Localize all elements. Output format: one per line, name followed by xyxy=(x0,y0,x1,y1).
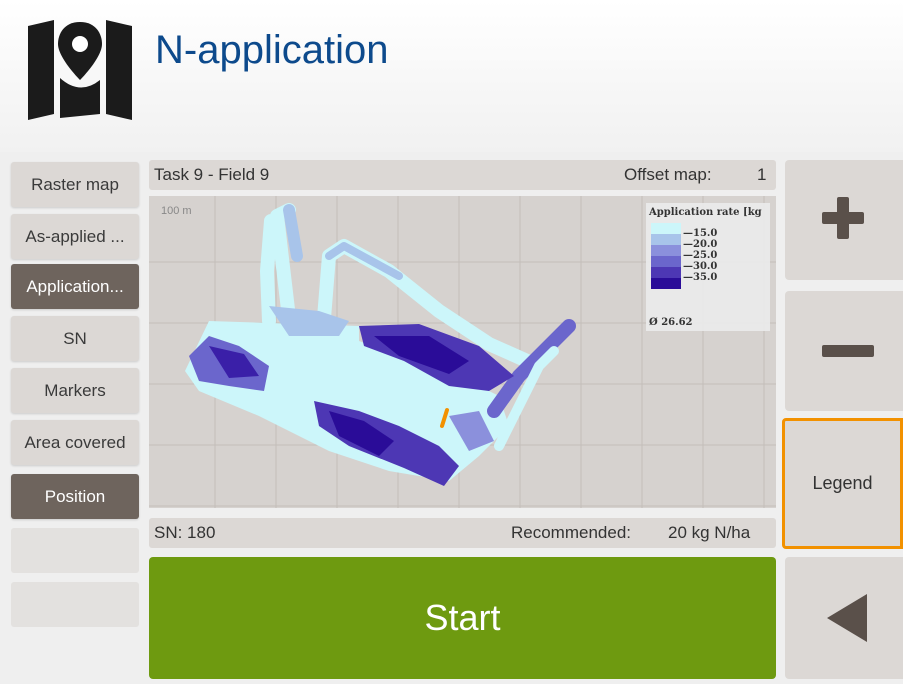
back-arrow-icon xyxy=(827,594,867,642)
legend-mean-value: Ø 26.62 xyxy=(649,317,693,328)
offset-map-value: 1 xyxy=(757,165,767,184)
sidebar-item-markers[interactable]: Markers xyxy=(11,368,139,413)
application-map[interactable]: 100 m Application rate [kg —15.0 —20.0 —… xyxy=(149,196,776,508)
map-legend: Application rate [kg —15.0 —20.0 —25.0 —… xyxy=(646,203,770,331)
zoom-out-button[interactable] xyxy=(785,291,903,411)
sn-info-bar: SN: 180 Recommended: 20 kg N/ha xyxy=(149,518,776,548)
legend-label-20: —20.0 xyxy=(683,239,718,250)
legend-label-30: —30.0 xyxy=(683,261,718,272)
minus-icon xyxy=(822,345,874,357)
offset-map-label: Offset map: xyxy=(624,165,712,184)
legend-swatch-3 xyxy=(651,245,681,256)
recommended-value: 20 kg N/ha xyxy=(668,523,751,542)
sidebar-item-empty-2[interactable] xyxy=(11,582,139,627)
page-title: N-application xyxy=(155,28,389,72)
recommended-label: Recommended: xyxy=(511,523,632,542)
sidebar-item-sn[interactable]: SN xyxy=(11,316,139,361)
sidebar-item-application[interactable]: Application... xyxy=(11,264,139,309)
legend-button[interactable]: Legend xyxy=(782,418,903,549)
legend-label-35: —35.0 xyxy=(683,272,718,283)
map-pin-icon xyxy=(28,20,132,120)
legend-swatch-6 xyxy=(651,278,681,289)
task-label: Task 9 - Field 9 xyxy=(154,165,270,184)
legend-swatch-2 xyxy=(651,234,681,245)
map-scale-label: 100 m xyxy=(161,205,192,217)
sidebar-item-empty-1[interactable] xyxy=(11,528,139,573)
legend-swatch-5 xyxy=(651,267,681,278)
legend-title: Application rate [kg xyxy=(649,207,762,218)
sn-value: SN: 180 xyxy=(154,523,216,542)
legend-label-25: —25.0 xyxy=(683,250,718,261)
header-bar: N-application xyxy=(0,0,903,152)
sidebar-item-area-covered[interactable]: Area covered xyxy=(11,420,139,465)
zoom-in-button[interactable] xyxy=(785,160,903,280)
legend-swatch-1 xyxy=(651,223,681,234)
back-button[interactable] xyxy=(785,557,903,679)
start-button[interactable]: Start xyxy=(149,557,776,679)
sidebar-item-raster-map[interactable]: Raster map xyxy=(11,162,139,207)
task-info-bar: Task 9 - Field 9 Offset map: 1 xyxy=(149,160,776,190)
sidebar-item-position[interactable]: Position xyxy=(11,474,139,519)
legend-label-15: —15.0 xyxy=(683,228,718,239)
sidebar-item-as-applied[interactable]: As-applied ... xyxy=(11,214,139,259)
legend-swatch-4 xyxy=(651,256,681,267)
